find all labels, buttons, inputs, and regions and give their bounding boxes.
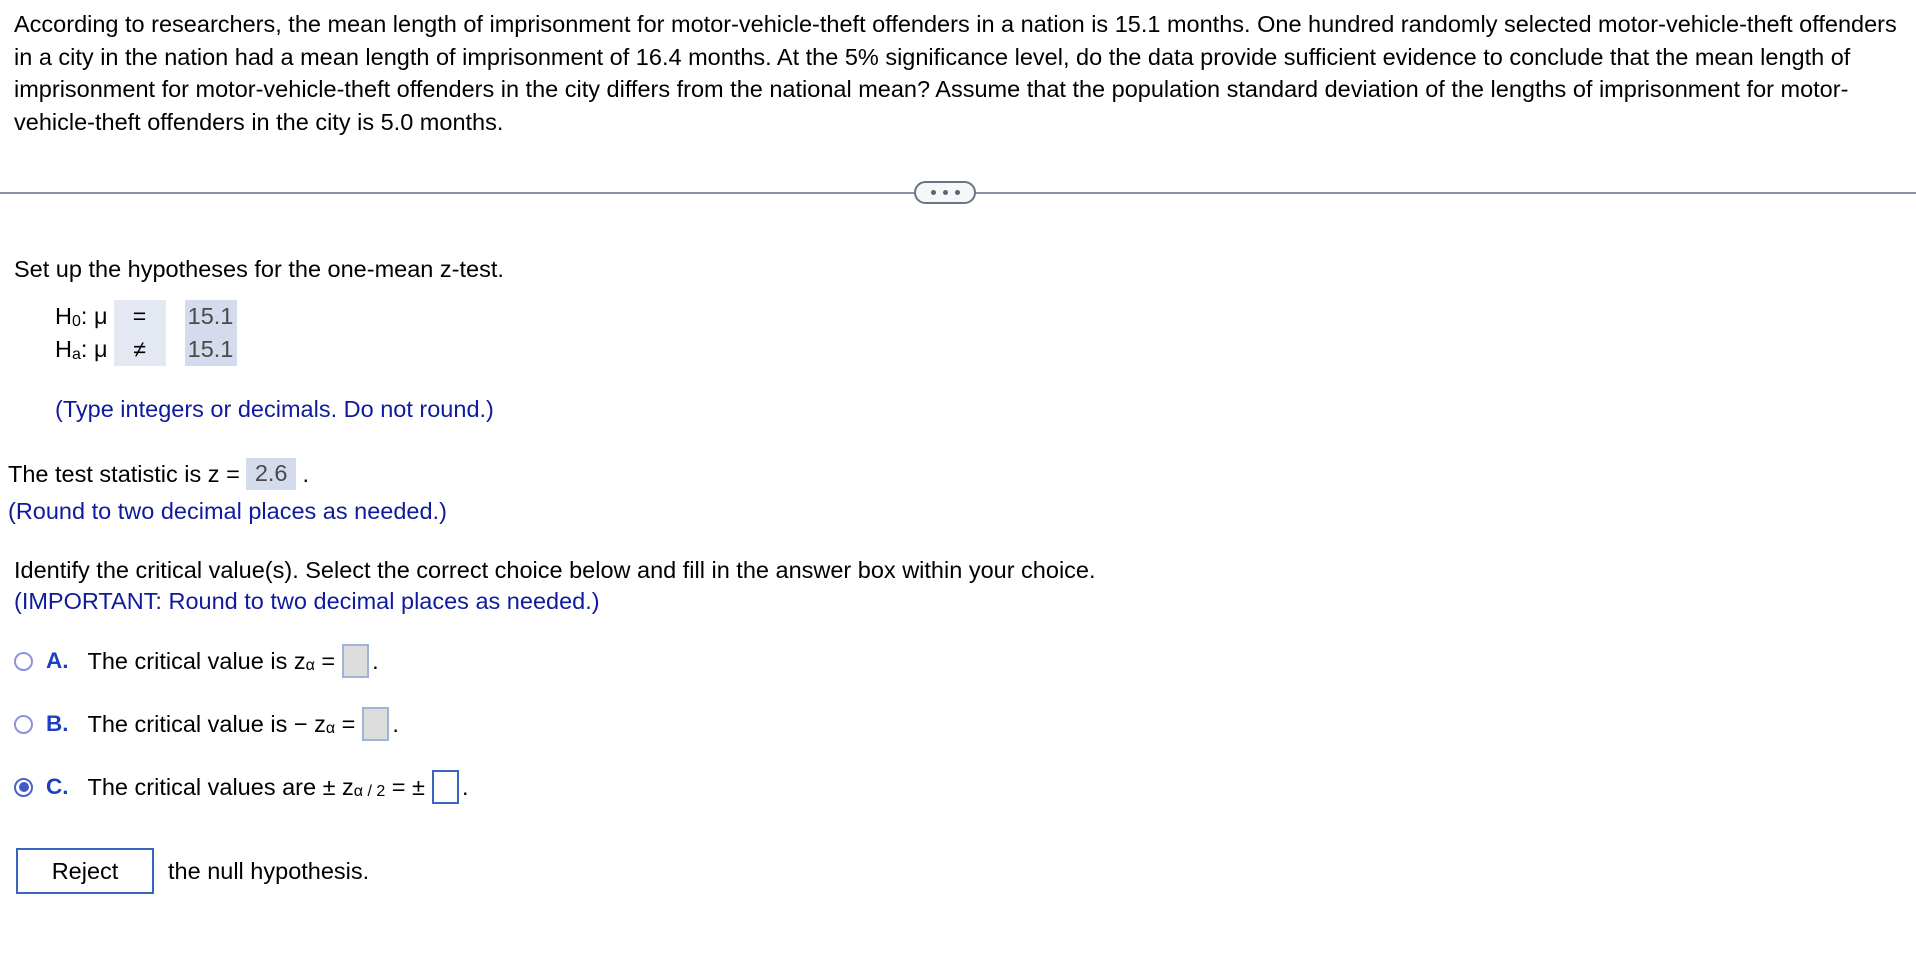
choice-letter-b: B. (46, 711, 69, 736)
null-hypothesis-row: H0: μ = 15.1 (55, 300, 237, 333)
choice-letter-c: C. (46, 774, 69, 799)
test-statistic-prefix: The test statistic is z = (8, 460, 240, 487)
choice-a-text-before: The critical value is z (87, 647, 306, 674)
hypotheses-block: H0: μ = 15.1 Ha: μ ≠ 15.1 (55, 300, 237, 366)
alternative-hypothesis-row: Ha: μ ≠ 15.1 (55, 333, 237, 366)
null-h-subscript: 0 (71, 312, 81, 330)
choice-text-a: The critical value is zα = . (88, 644, 379, 678)
test-statistic-row: The test statistic is z = 2.6 . (8, 458, 309, 490)
more-options-ellipsis-button[interactable] (914, 181, 976, 204)
ellipsis-dot-icon (930, 190, 936, 195)
choice-c-equals: = ± (391, 773, 425, 800)
radio-option-a[interactable] (14, 651, 33, 671)
choice-text-c: The critical values are ± zα / 2 = ± . (87, 770, 469, 804)
hypotheses-prompt: Set up the hypotheses for the one-mean z… (14, 256, 504, 282)
alt-h-letter: H (55, 335, 72, 362)
problem-statement: According to researchers, the mean lengt… (14, 11, 1897, 135)
choice-option-c[interactable]: C. The critical values are ± zα / 2 = ± … (14, 770, 468, 804)
choice-c-text-before: The critical values are ± z (87, 773, 354, 800)
choice-b-text-before: The critical value is − z (87, 710, 326, 737)
choice-a-equals: = (321, 647, 336, 674)
choice-c-subscript: α / 2 (353, 783, 386, 800)
choice-c-text-after: . (461, 773, 469, 800)
choice-c-answer-input[interactable] (431, 770, 459, 804)
alt-h-subscript: a (71, 345, 81, 363)
alternative-value-field[interactable]: 15.1 (184, 333, 237, 366)
ellipsis-dot-icon (942, 190, 948, 195)
hypotheses-note: (Type integers or decimals. Do not round… (55, 396, 494, 422)
conclusion-text: the null hypothesis. (168, 857, 370, 884)
choice-a-answer-input[interactable] (342, 644, 370, 678)
radio-option-c[interactable] (14, 777, 33, 797)
test-statistic-suffix: . (302, 460, 310, 487)
alternative-operator-field[interactable]: ≠ (113, 333, 166, 366)
choice-text-b: The critical value is − zα = . (88, 707, 399, 741)
null-operator-field[interactable]: = (113, 300, 166, 333)
choice-letter-a: A. (46, 648, 69, 673)
choice-b-equals: = (341, 710, 356, 737)
conclusion-select[interactable]: Reject (16, 848, 154, 894)
critical-value-note: (IMPORTANT: Round to two decimal places … (14, 588, 600, 614)
conclusion-row: Reject the null hypothesis. (16, 848, 369, 894)
section-divider (0, 181, 1916, 205)
ellipsis-dot-icon (954, 190, 960, 195)
choice-b-answer-input[interactable] (362, 707, 390, 741)
choice-option-b[interactable]: B. The critical value is − zα = . (14, 707, 399, 741)
choice-option-a[interactable]: A. The critical value is zα = . (14, 644, 379, 678)
null-mu-label: : μ (80, 302, 108, 329)
choice-a-subscript: α (305, 657, 315, 674)
null-h-letter: H (55, 302, 72, 329)
alternative-hypothesis-label: Ha: μ (55, 333, 114, 366)
null-hypothesis-label: H0: μ (55, 300, 114, 333)
choice-b-text-after: . (392, 710, 399, 737)
alt-mu-label: : μ (80, 335, 108, 362)
null-value-field[interactable]: 15.1 (184, 300, 237, 333)
test-statistic-note: (Round to two decimal places as needed.) (8, 498, 447, 524)
test-statistic-input[interactable]: 2.6 (245, 458, 297, 490)
choice-b-subscript: α (325, 720, 336, 737)
radio-option-b[interactable] (14, 714, 33, 734)
choice-a-text-after: . (372, 647, 379, 674)
critical-value-prompt: Identify the critical value(s). Select t… (14, 557, 1096, 583)
